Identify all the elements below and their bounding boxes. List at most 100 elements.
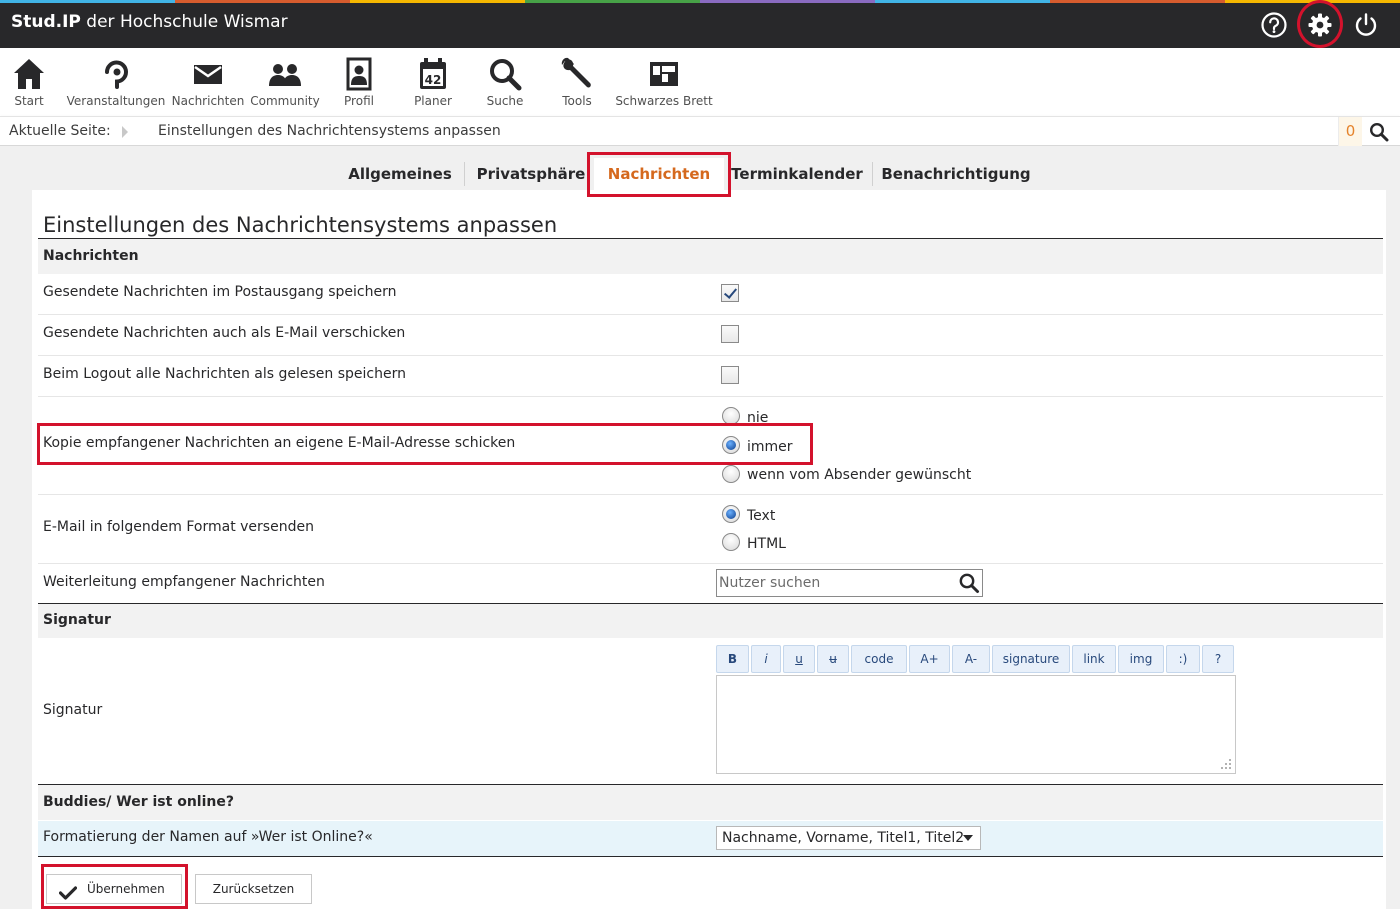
apply-label: Übernehmen <box>87 882 165 896</box>
copy-radio-wunsch[interactable] <box>722 465 740 483</box>
seminar-icon <box>66 56 166 92</box>
name-format-select[interactable]: Nachname, Vorname, Titel1, Titel2 <box>716 826 981 850</box>
breadcrumb: Aktuelle Seite: Einstellungen des Nachri… <box>0 116 1400 146</box>
setting-label-forward: Weiterleitung empfangener Nachrichten <box>43 574 325 590</box>
toolbar-code-button[interactable]: code <box>851 645 907 673</box>
nav-item-tools[interactable]: Tools <box>554 56 600 108</box>
search-icon <box>482 56 528 92</box>
format-option-label: HTML <box>747 536 786 552</box>
nav-label: Profil <box>344 94 374 108</box>
toolbar-image-button[interactable]: img <box>1118 645 1164 673</box>
section-head-buddies: Buddies/ Wer ist online? <box>38 785 1383 820</box>
nav-item-profil[interactable]: Profil <box>336 56 382 108</box>
tab-allgemeines[interactable]: Allgemeines <box>338 158 462 190</box>
main-navigation: Start Veranstaltungen Nachrichten Commun… <box>0 48 1400 116</box>
toolbar-underline-button[interactable]: u <box>783 645 815 673</box>
nav-label: Planer <box>414 94 452 108</box>
toolbar-strikethrough-button[interactable]: u <box>817 645 849 673</box>
format-radio-text[interactable] <box>722 505 740 523</box>
chevron-right-icon <box>122 126 128 138</box>
setting-label-copy: Kopie empfangener Nachrichten an eigene … <box>43 435 516 451</box>
nav-item-planer[interactable]: 42 Planer <box>408 56 458 108</box>
section-head-signatur: Signatur <box>38 604 1383 638</box>
nav-item-suche[interactable]: Suche <box>482 56 528 108</box>
setting-label-signatur: Signatur <box>43 702 103 718</box>
notification-count-badge[interactable]: 0 <box>1338 117 1362 146</box>
toolbar-smiley-button[interactable]: :) <box>1166 645 1200 673</box>
nav-item-nachrichten[interactable]: Nachrichten <box>170 56 246 108</box>
toolbar-bigger-button[interactable]: A+ <box>909 645 950 673</box>
community-icon <box>248 56 322 92</box>
search-icon[interactable] <box>958 572 980 594</box>
copy-option-label: immer <box>747 439 793 455</box>
tab-benachrichtigung[interactable]: Benachrichtigung <box>874 158 1038 190</box>
home-icon <box>4 56 54 92</box>
calendar-icon: 42 <box>408 56 458 92</box>
apply-button[interactable]: Übernehmen <box>46 874 182 904</box>
setting-label-format: E-Mail in folgendem Format versenden <box>43 519 314 535</box>
nav-item-schwarzes-brett[interactable]: Schwarzes Brett <box>614 56 714 108</box>
tab-terminkalender[interactable]: Terminkalender <box>730 158 864 190</box>
section-head-nachrichten: Nachrichten <box>38 239 1383 274</box>
setting-label-name-format: Formatierung der Namen auf »Wer ist Onli… <box>43 829 373 845</box>
reset-button[interactable]: Zurücksetzen <box>195 874 312 904</box>
save-outbox-checkbox[interactable] <box>721 284 739 302</box>
nav-label: Tools <box>562 94 592 108</box>
row-divider <box>38 314 1383 315</box>
tab-divider <box>464 162 465 186</box>
format-radio-html[interactable] <box>722 533 740 551</box>
nav-label: Suche <box>486 94 524 108</box>
breadcrumb-current-page[interactable]: Einstellungen des Nachrichtensystems anp… <box>158 123 501 139</box>
forward-search-input[interactable] <box>719 572 953 594</box>
nav-item-community[interactable]: Community <box>248 56 322 108</box>
name-format-value: Nachname, Vorname, Titel1, Titel2 <box>722 830 965 846</box>
checkmark-icon <box>58 882 78 900</box>
brand-rest: der Hochschule Wismar <box>80 12 288 32</box>
brand[interactable]: Stud.IP der Hochschule Wismar <box>11 12 288 32</box>
profile-icon <box>336 56 382 92</box>
help-icon[interactable] <box>1260 11 1288 39</box>
section-rule <box>38 856 1383 857</box>
nav-item-start[interactable]: Start <box>4 56 54 108</box>
nav-label: Schwarzes Brett <box>615 94 713 108</box>
row-divider <box>38 494 1383 495</box>
logout-read-checkbox[interactable] <box>721 366 739 384</box>
copy-option-label: wenn vom Absender gewünscht <box>747 467 972 483</box>
logout-icon[interactable] <box>1352 11 1380 39</box>
tab-nachrichten[interactable]: Nachrichten <box>594 158 724 190</box>
toolbar-help-button[interactable]: ? <box>1202 645 1234 673</box>
tab-privatsphaere[interactable]: Privatsphäre <box>466 158 596 190</box>
chevron-down-icon <box>963 835 973 841</box>
nav-label: Veranstaltungen <box>66 94 166 108</box>
nav-label: Start <box>14 94 44 108</box>
nav-label: Nachrichten <box>171 94 245 108</box>
row-divider <box>38 563 1383 564</box>
nav-label: Community <box>250 94 320 108</box>
quicksearch-icon[interactable] <box>1369 122 1389 142</box>
toolbar-italic-button[interactable]: i <box>751 645 781 673</box>
board-icon <box>614 56 714 92</box>
setting-label-send-email: Gesendete Nachrichten auch als E-Mail ve… <box>43 325 406 341</box>
breadcrumb-label: Aktuelle Seite: <box>9 123 111 139</box>
svg-text:42: 42 <box>425 73 442 87</box>
forward-user-search <box>716 569 983 597</box>
setting-label-save-outbox: Gesendete Nachrichten im Postausgang spe… <box>43 284 397 300</box>
top-bar: Stud.IP der Hochschule Wismar <box>0 3 1400 48</box>
toolbar-smaller-button[interactable]: A- <box>952 645 990 673</box>
nav-item-veranstaltungen[interactable]: Veranstaltungen <box>66 56 166 108</box>
settings-icon[interactable] <box>1306 11 1334 39</box>
signature-textarea[interactable] <box>716 675 1236 774</box>
brand-bold: Stud.IP <box>11 12 81 32</box>
setting-label-logout-read: Beim Logout alle Nachrichten als gelesen… <box>43 366 406 382</box>
row-divider <box>38 396 1383 397</box>
page-title: Einstellungen des Nachrichtensystems anp… <box>43 213 558 237</box>
copy-radio-immer[interactable] <box>722 436 740 454</box>
toolbar-bold-button[interactable]: B <box>716 645 749 673</box>
copy-option-label: nie <box>747 410 769 426</box>
resize-grip-icon[interactable] <box>1220 758 1232 770</box>
toolbar-link-button[interactable]: link <box>1072 645 1116 673</box>
wrench-icon <box>554 56 600 92</box>
toolbar-signature-button[interactable]: signature <box>992 645 1070 673</box>
send-email-checkbox[interactable] <box>721 325 739 343</box>
copy-radio-nie[interactable] <box>722 407 740 425</box>
